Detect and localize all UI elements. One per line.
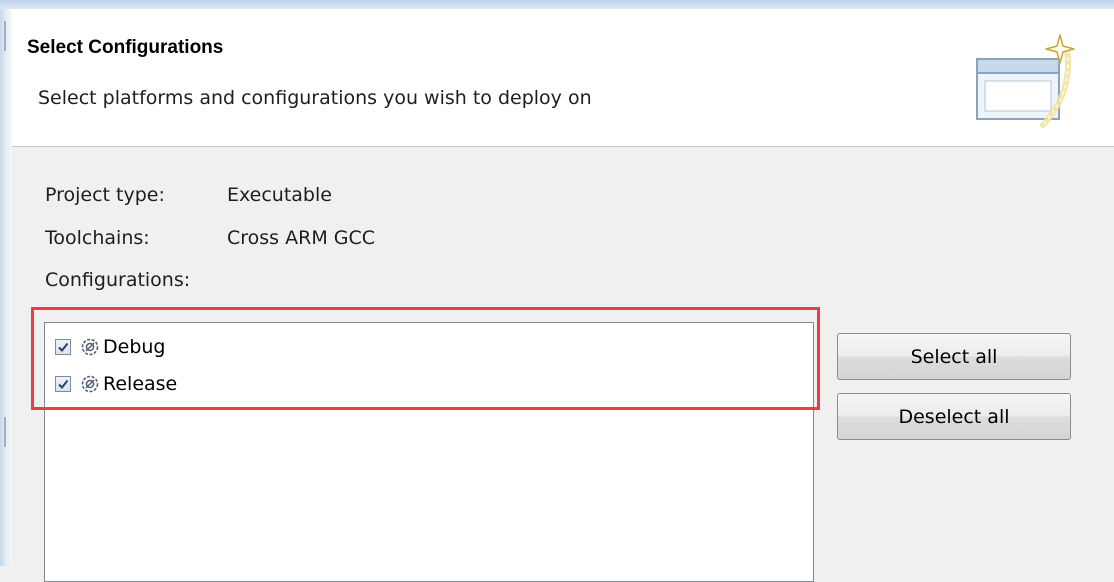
page-description: Select platforms and configurations you … [38,87,592,109]
edge-notch [4,21,6,51]
wizard-banner-icon [976,34,1075,128]
project-type-label: Project type: [45,184,165,206]
toolchains-value: Cross ARM GCC [227,227,376,249]
page-title: Select Configurations [27,37,224,58]
project-type-value: Executable [227,184,332,206]
window-left-edge [0,9,12,566]
toolchains-label: Toolchains: [45,227,150,249]
window-top-strip [0,0,1114,9]
wizard-header: Select Configurations Select platforms a… [12,9,1114,147]
select-all-button[interactable]: Select all [837,333,1071,380]
highlight-annotation [31,307,820,410]
deselect-all-button[interactable]: Deselect all [837,393,1071,440]
configurations-label: Configurations: [45,269,191,291]
edge-notch [4,417,6,447]
